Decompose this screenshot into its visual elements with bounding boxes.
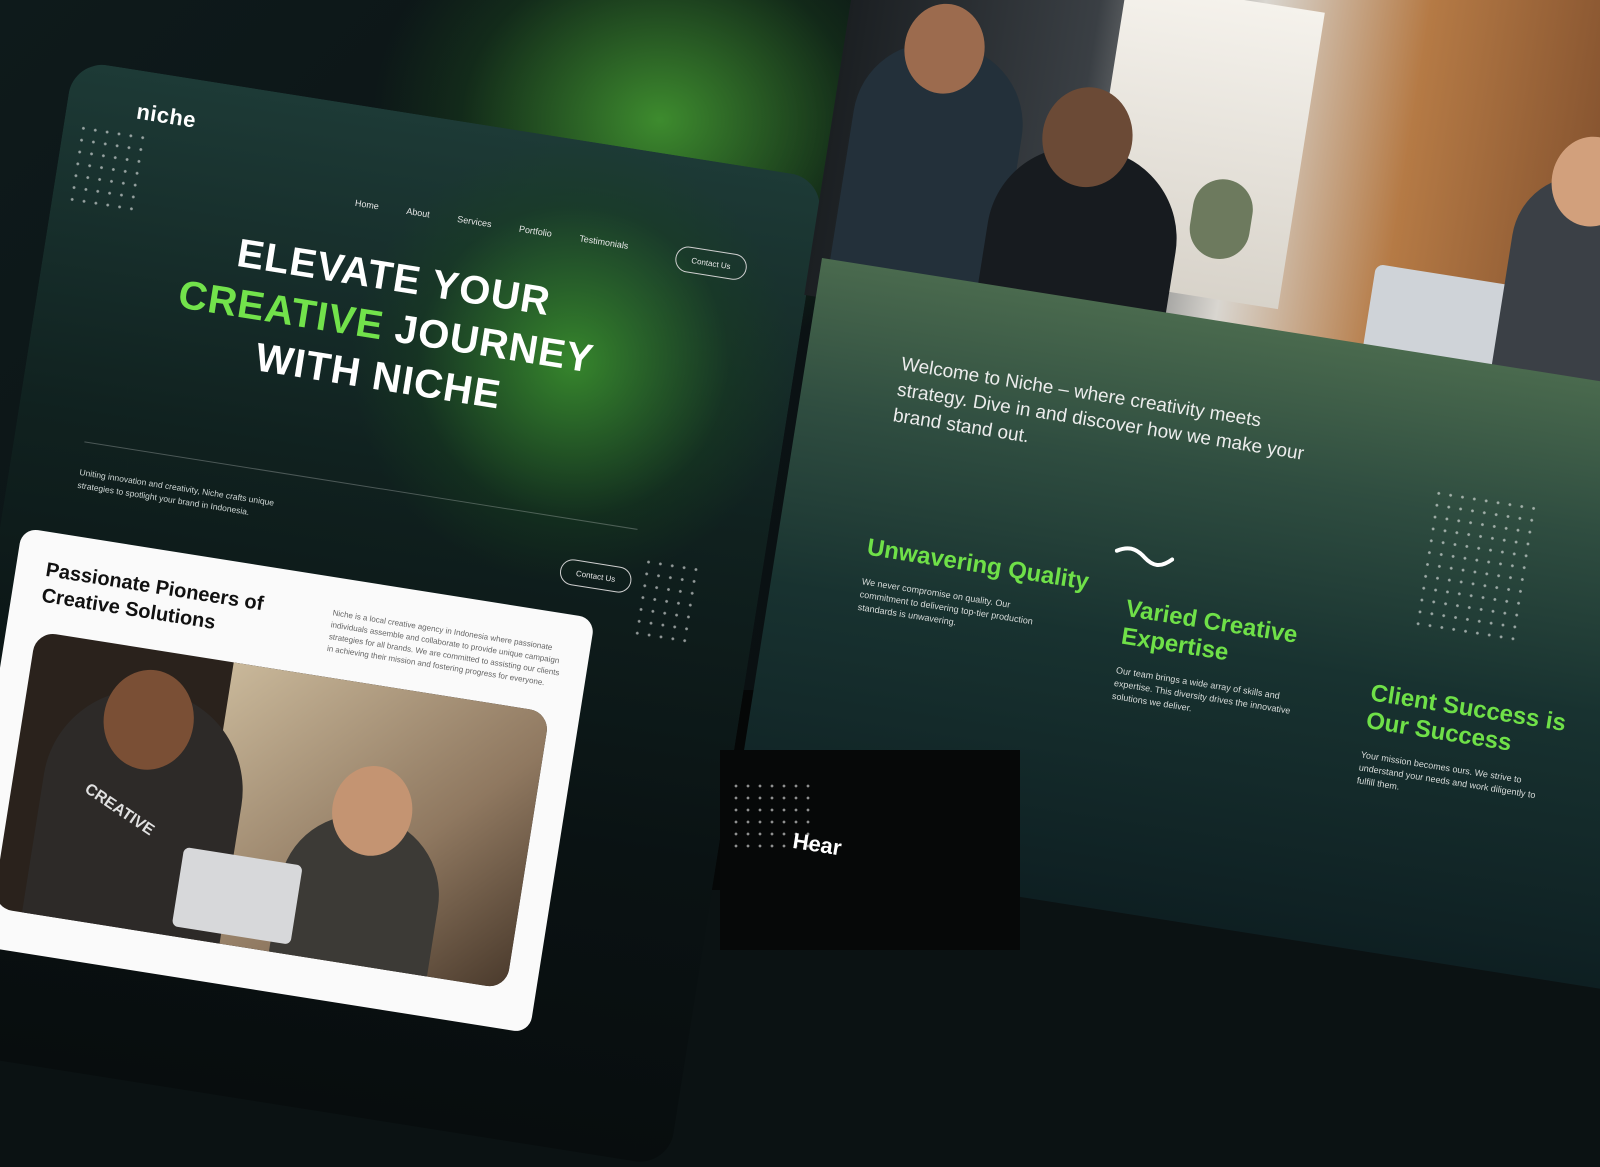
hero-headline: ELEVATE YOUR CREATIVE JOURNEY WITH NICHE: [157, 219, 615, 436]
contact-button[interactable]: Contact Us: [673, 244, 749, 282]
feature-quality: Unwavering Quality We never compromise o…: [857, 534, 1097, 650]
next-section-background: [720, 750, 1020, 950]
nav-about[interactable]: About: [406, 206, 431, 220]
welcome-text: Welcome to Niche – where creativity meet…: [891, 353, 1306, 465]
dot-pattern: [631, 555, 703, 644]
nav-testimonials[interactable]: Testimonials: [579, 233, 629, 251]
nav-portfolio[interactable]: Portfolio: [518, 224, 552, 239]
dot-pattern: [65, 121, 148, 212]
main-nav: Home About Services Portfolio Testimonia…: [354, 198, 629, 251]
about-title: Passionate Pioneers of Creative Solution…: [40, 559, 265, 634]
nav-services[interactable]: Services: [457, 214, 493, 229]
left-mockup-page: niche Home About Services Portfolio Test…: [0, 60, 825, 1167]
feature-expertise: Varied Creative Expertise Our team bring…: [1111, 595, 1355, 739]
dot-pattern: [1411, 486, 1543, 643]
squiggle-icon: [1114, 546, 1175, 567]
logo[interactable]: niche: [135, 99, 198, 134]
nav-home[interactable]: Home: [354, 198, 379, 212]
about-card: Passionate Pioneers of Creative Solution…: [0, 527, 596, 1034]
hero-subtitle: Uniting innovation and creativity, Niche…: [76, 467, 275, 517]
about-text: Niche is a local creative agency in Indo…: [326, 608, 561, 688]
contact-button-secondary[interactable]: Contact Us: [558, 557, 634, 595]
team-photo: CREATIVE: [0, 631, 550, 990]
feature-client-success: Client Success is Our Success Your missi…: [1356, 679, 1600, 823]
